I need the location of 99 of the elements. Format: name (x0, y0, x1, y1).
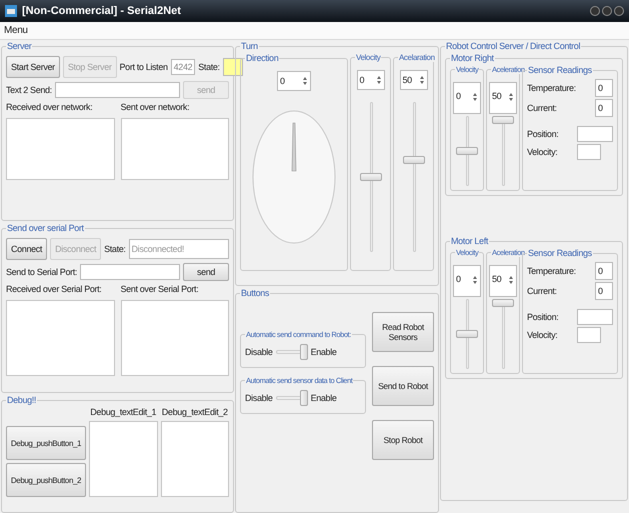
spin-box[interactable]: 0 (453, 82, 481, 114)
field-label: Port to Listen (120, 62, 168, 72)
text-area[interactable] (6, 300, 114, 376)
vertical-slider[interactable] (360, 102, 382, 252)
reading-field[interactable]: 0 (595, 282, 613, 300)
group-title: Direction (245, 53, 280, 63)
vertical-slider[interactable] (492, 116, 514, 186)
vertical-slider[interactable] (492, 299, 514, 369)
field-label: Current: (527, 103, 557, 113)
slider-thumb[interactable] (402, 156, 424, 164)
group-title: Turn (240, 41, 259, 51)
group-title: Acelaration (398, 53, 436, 62)
port-field[interactable]: 4242 (170, 59, 196, 75)
action-button[interactable]: Stop Robot (372, 420, 434, 460)
field-label: Text 2 Send: (6, 85, 52, 95)
field-label: Position: (527, 312, 558, 322)
direction-dial[interactable] (251, 109, 337, 245)
spin-arrows-icon (472, 91, 478, 103)
slider-thumb[interactable] (456, 147, 478, 155)
field-label: State: (198, 62, 220, 72)
text-field[interactable] (54, 82, 180, 98)
group-title: Motor Left (450, 236, 490, 246)
toggle-label: Enable (310, 347, 337, 357)
push-button[interactable]: Connect (6, 238, 48, 260)
vertical-slider[interactable] (456, 116, 478, 186)
text-area[interactable] (160, 421, 229, 497)
toggle-slider[interactable] (276, 344, 308, 360)
push-button[interactable]: Start Server (6, 56, 60, 78)
group-title: Server (6, 41, 32, 51)
vertical-slider[interactable] (456, 299, 478, 369)
area-label: Debug_textEdit_2 (162, 407, 228, 417)
text-field[interactable] (80, 264, 180, 280)
slider-thumb[interactable] (492, 299, 514, 307)
area-label: Sent over Serial Port: (120, 284, 200, 294)
text-area[interactable] (120, 300, 229, 376)
spin-arrows-icon (376, 74, 382, 86)
field-label: Temperature: (527, 266, 576, 276)
group-title: Debug!! (6, 395, 38, 405)
spin-arrows-icon (302, 75, 308, 87)
push-button[interactable]: Debug_pushButton_2 (6, 463, 86, 497)
spin-box[interactable]: 50 (489, 265, 517, 297)
action-button[interactable]: Send to Robot (372, 366, 434, 406)
group-title: Sensor Readings (527, 65, 593, 75)
reading-field[interactable] (577, 144, 601, 160)
maximize-button[interactable] (602, 6, 612, 16)
spin-arrows-icon (508, 274, 514, 286)
text-area[interactable] (120, 118, 229, 180)
slider-thumb[interactable] (300, 390, 308, 406)
action-button[interactable]: Read Robot Sensors (372, 312, 434, 352)
reading-field[interactable] (577, 327, 601, 343)
app-icon (5, 5, 17, 17)
area-label: Debug_textEdit_1 (90, 407, 156, 417)
field-label: Temperature: (527, 83, 576, 93)
reading-field[interactable]: 0 (595, 99, 613, 117)
field-label: Current: (527, 286, 557, 296)
reading-field[interactable]: 0 (595, 262, 613, 280)
group-title: Send over serial Port (6, 223, 85, 233)
area-label: Received over network: (6, 102, 94, 112)
toggle-label: Disable (245, 347, 273, 357)
reading-field[interactable] (577, 309, 613, 325)
window-title: [Non-Commercial] - Serial2Net (22, 5, 181, 17)
group-title: Motor Right (450, 53, 495, 63)
toggle-label: Enable (310, 393, 337, 403)
group-title: Sensor Readings (527, 248, 593, 258)
spin-box[interactable]: 50 (400, 70, 428, 90)
minimize-button[interactable] (590, 6, 600, 16)
area-label: Received over Serial Port: (6, 284, 102, 294)
spin-box[interactable]: 0 (277, 71, 311, 91)
send-button[interactable]: send (183, 263, 229, 281)
spin-box[interactable]: 50 (489, 82, 517, 114)
slider-thumb[interactable] (300, 344, 308, 360)
reading-field[interactable]: 0 (595, 79, 613, 97)
vertical-slider[interactable] (402, 102, 424, 252)
group-title: Robot Control Server / Direct Control (445, 41, 582, 51)
reading-field[interactable] (577, 126, 613, 142)
text-area[interactable] (89, 421, 158, 497)
toggle-slider[interactable] (276, 390, 308, 406)
toggle-label: Disable (245, 393, 273, 403)
spin-arrows-icon (418, 74, 424, 86)
spin-arrows-icon (472, 274, 478, 286)
group-title: Buttons (240, 288, 270, 298)
slider-thumb[interactable] (456, 330, 478, 338)
slider-thumb[interactable] (360, 173, 382, 181)
push-button[interactable]: Debug_pushButton_1 (6, 426, 86, 460)
state-field[interactable] (222, 58, 243, 76)
field-label: State: (104, 244, 126, 254)
group-title: Velocity (355, 53, 382, 62)
field-label: Velocity: (527, 147, 558, 157)
field-label: Position: (527, 129, 558, 139)
field-label: Velocity: (527, 330, 558, 340)
close-button[interactable] (614, 6, 624, 16)
area-label: Sent over network: (120, 102, 190, 112)
spin-box[interactable]: 0 (356, 70, 384, 90)
slider-thumb[interactable] (492, 116, 514, 124)
field-label: Send to Serial Port: (6, 267, 78, 277)
menu-item[interactable]: Menu (4, 25, 28, 36)
spin-arrows-icon (508, 91, 514, 103)
spin-box[interactable]: 0 (453, 265, 481, 297)
text-area[interactable] (6, 118, 114, 180)
